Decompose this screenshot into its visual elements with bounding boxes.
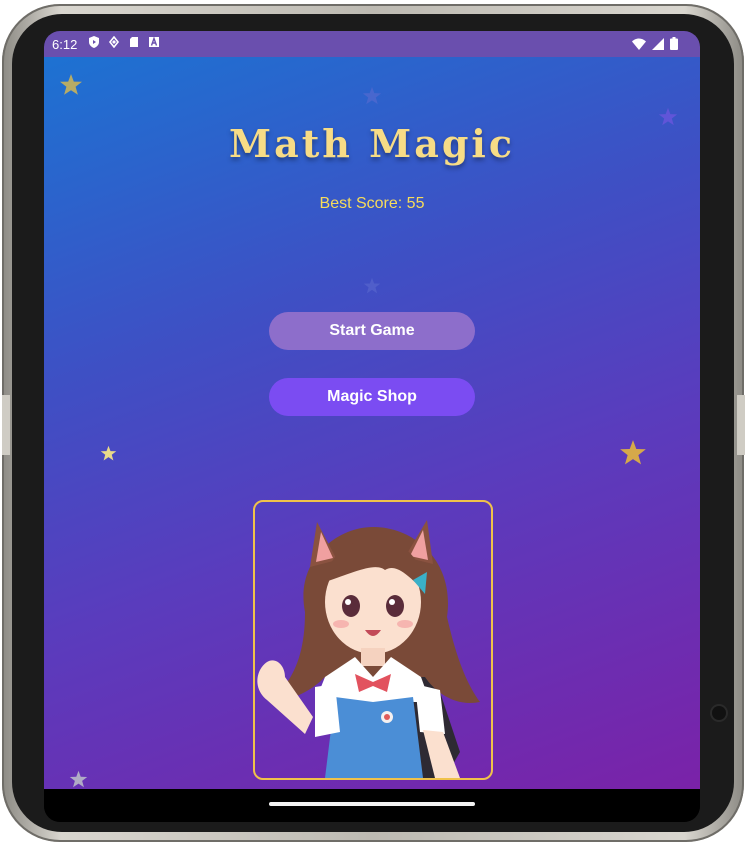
star-icon xyxy=(362,86,382,105)
battery-icon xyxy=(670,37,678,50)
device-screen: 6:12 Math Magic Best Score: 55 Start Gam… xyxy=(44,31,700,822)
status-left-icons xyxy=(88,36,160,48)
start-game-button[interactable]: Start Game xyxy=(269,312,475,350)
navigation-bar xyxy=(44,789,700,822)
home-screen: Math Magic Best Score: 55 Start Game Mag… xyxy=(44,57,700,789)
best-score-label: Best Score: 55 xyxy=(319,195,425,212)
star-icon xyxy=(60,74,82,95)
hinge-left xyxy=(2,395,10,455)
status-right-icons xyxy=(632,37,678,50)
character-illustration xyxy=(257,520,480,778)
star-icon xyxy=(363,277,381,294)
cell-signal-icon xyxy=(652,37,664,50)
sd-card-icon xyxy=(130,37,138,47)
status-bar: 6:12 xyxy=(44,31,700,57)
star-icon xyxy=(100,445,117,461)
font-a-icon xyxy=(149,36,159,47)
magic-shop-button[interactable]: Magic Shop xyxy=(269,378,475,416)
camera-icon xyxy=(712,706,726,720)
character-card xyxy=(253,500,493,780)
star-icon xyxy=(69,770,88,788)
signal-diamond-icon xyxy=(108,36,120,48)
shield-play-icon xyxy=(89,36,99,48)
home-gesture-handle[interactable] xyxy=(269,802,475,806)
wifi-icon xyxy=(632,38,646,50)
game-title: Math Magic xyxy=(229,121,515,166)
hinge-right xyxy=(737,395,745,455)
star-icon xyxy=(620,440,646,465)
status-time: 6:12 xyxy=(52,37,78,52)
